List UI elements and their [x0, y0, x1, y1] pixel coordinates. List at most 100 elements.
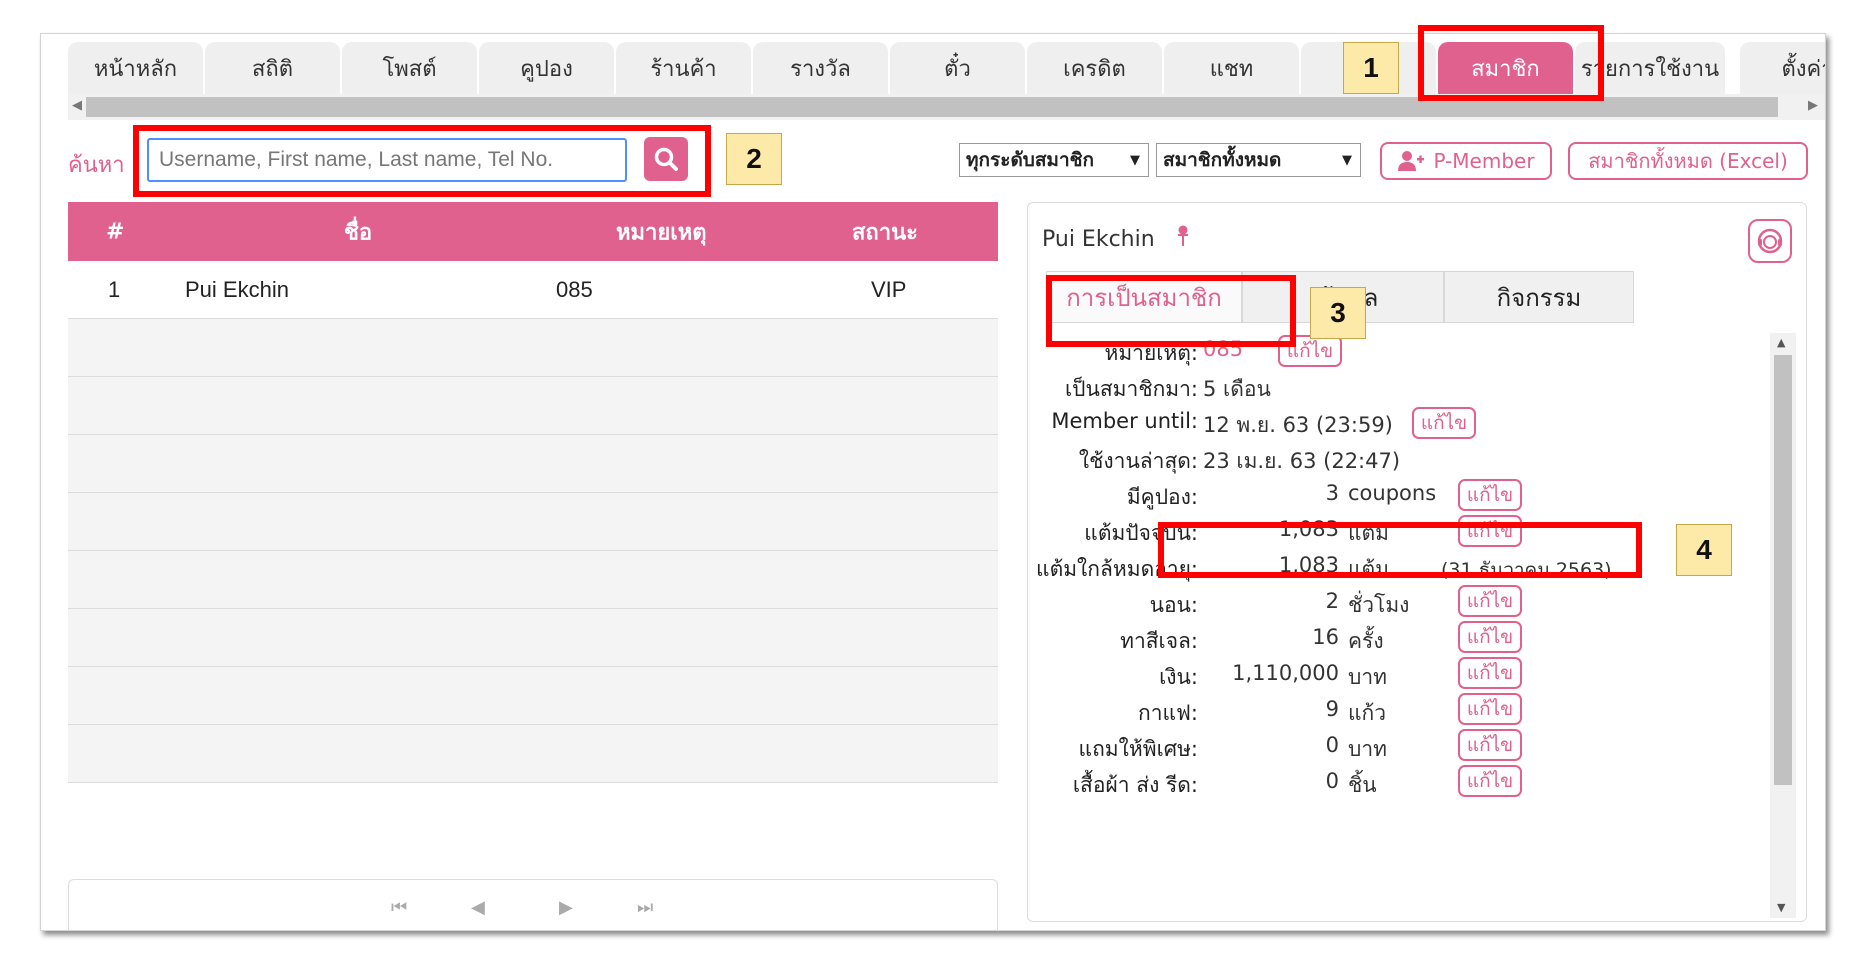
- tab-statistics[interactable]: สถิติ: [205, 42, 340, 94]
- table-pager: ⏮ ◀ ▶ ⏭: [68, 879, 998, 930]
- column-header-name[interactable]: ชื่อ: [344, 214, 372, 249]
- note-row: หมายเหตุ: 085 แก้ไข: [1028, 333, 1768, 369]
- counter-row-points: แต้มปัจจุบัน: 1,083 แต้ม แก้ไข: [1028, 513, 1768, 549]
- app-window: หน้าหลัก สถิติ โพสต์ คูปอง ร้านค้า รางวั…: [40, 33, 1826, 931]
- subtab-activity[interactable]: กิจกรรม: [1444, 271, 1634, 323]
- member-since-value: 5 เดือน: [1203, 377, 1271, 401]
- detail-subtabs: การเป็นสมาชิก ข้อมูล กิจกรรม: [1046, 271, 1748, 323]
- column-header-status[interactable]: สถานะ: [852, 214, 918, 249]
- edit-bonus-button[interactable]: แก้ไข: [1458, 729, 1522, 761]
- search-input[interactable]: [147, 138, 627, 182]
- note-value: 085: [1203, 337, 1244, 361]
- edit-money-button[interactable]: แก้ไข: [1458, 657, 1522, 689]
- support-chat-icon[interactable]: [1748, 219, 1792, 263]
- table-row-empty: [68, 435, 998, 493]
- counter-label: กาแฟ:: [1138, 701, 1198, 725]
- counter-value: 3: [1325, 481, 1339, 505]
- counter-value: 1,083: [1278, 517, 1339, 541]
- expiry-date: (31 ธันวาคม 2563): [1441, 559, 1612, 581]
- table-row-empty: [68, 667, 998, 725]
- edit-laundry-button[interactable]: แก้ไข: [1458, 765, 1522, 797]
- edit-sleep-button[interactable]: แก้ไข: [1458, 585, 1522, 617]
- member-scope-value: สมาชิกทั้งหมด: [1163, 149, 1282, 171]
- subtab-membership[interactable]: การเป็นสมาชิก: [1046, 271, 1242, 323]
- step-badge-1: 1: [1343, 42, 1399, 94]
- export-excel-label: สมาชิกทั้งหมด (Excel): [1588, 149, 1788, 173]
- counter-label: มีคูปอง:: [1126, 485, 1198, 509]
- scrollbar-thumb[interactable]: [86, 97, 1778, 117]
- edit-gel-polish-button[interactable]: แก้ไข: [1458, 621, 1522, 653]
- member-since-label: เป็นสมาชิกมา:: [1065, 377, 1198, 401]
- counter-unit: แต้ม: [1348, 557, 1390, 581]
- counter-unit: แต้ม: [1348, 521, 1390, 545]
- counter-label: นอน:: [1149, 593, 1198, 617]
- table-row-empty: [68, 493, 998, 551]
- tab-settings[interactable]: ตั้งค่า: [1740, 42, 1825, 94]
- tab-usage-log[interactable]: รายการใช้งาน: [1575, 42, 1725, 94]
- tab-credit[interactable]: เครดิต: [1027, 42, 1162, 94]
- tab-home[interactable]: หน้าหลัก: [68, 42, 203, 94]
- tab-members[interactable]: สมาชิก: [1438, 42, 1573, 94]
- p-member-label: P-Member: [1433, 149, 1535, 173]
- counter-unit: ครั้ง: [1348, 629, 1384, 653]
- counter-unit: coupons: [1348, 481, 1437, 505]
- member-scope-select[interactable]: สมาชิกทั้งหมด ▼: [1156, 143, 1361, 177]
- last-page-icon[interactable]: ⏭: [637, 897, 653, 918]
- edit-member-until-button[interactable]: แก้ไข: [1412, 407, 1476, 439]
- counter-row-gel-polish: ทาสีเจล: 16 ครั้ง แก้ไข: [1028, 621, 1768, 657]
- counter-unit: แก้ว: [1348, 701, 1387, 725]
- search-icon: [654, 147, 678, 171]
- detail-scrollbar[interactable]: ▲ ▼: [1770, 333, 1796, 918]
- counter-label: แถมให้พิเศษ:: [1078, 737, 1198, 761]
- scroll-down-icon[interactable]: ▼: [1777, 901, 1785, 914]
- scrollbar-thumb[interactable]: [1774, 355, 1792, 785]
- tab-posts[interactable]: โพสต์: [342, 42, 477, 94]
- p-member-button[interactable]: P-Member: [1380, 142, 1552, 180]
- pin-icon[interactable]: [1176, 225, 1190, 253]
- cell-name: Pui Ekchin: [185, 276, 289, 302]
- scroll-right-icon[interactable]: ▶: [1808, 98, 1818, 113]
- prev-page-icon[interactable]: ◀: [471, 897, 485, 918]
- first-page-icon[interactable]: ⏮: [391, 897, 407, 918]
- step-badge-2: 2: [726, 133, 782, 185]
- export-excel-button[interactable]: สมาชิกทั้งหมด (Excel): [1568, 142, 1808, 180]
- search-label: ค้นหา: [68, 153, 125, 178]
- search-button[interactable]: [644, 137, 688, 181]
- member-until-row: Member until: 12 พ.ย. 63 (23:59) แก้ไข: [1028, 405, 1768, 441]
- table-row[interactable]: 1 Pui Ekchin 085 VIP: [68, 261, 998, 319]
- counter-value: 9: [1325, 697, 1339, 721]
- tab-tickets[interactable]: ตั๋ว: [890, 42, 1025, 94]
- edit-coffee-button[interactable]: แก้ไข: [1458, 693, 1522, 725]
- tab-shop[interactable]: ร้านค้า: [616, 42, 751, 94]
- member-until-value: 12 พ.ย. 63 (23:59): [1203, 413, 1393, 437]
- counter-unit: บาท: [1348, 665, 1387, 689]
- caret-down-icon: ▼: [1342, 152, 1352, 168]
- member-level-value: ทุกระดับสมาชิก: [966, 149, 1095, 171]
- tab-rewards[interactable]: รางวัล: [753, 42, 888, 94]
- cell-status: VIP: [871, 276, 907, 302]
- next-page-icon[interactable]: ▶: [559, 897, 573, 918]
- tab-scrollbar[interactable]: ◀ ▶: [68, 94, 1825, 120]
- counter-unit: ชิ้น: [1348, 773, 1377, 797]
- counter-label: เสื้อผ้า ส่ง รีด:: [1072, 773, 1198, 797]
- step-badge-4: 4: [1676, 524, 1732, 576]
- table-row-empty: [68, 551, 998, 609]
- edit-coupons-button[interactable]: แก้ไข: [1458, 479, 1522, 511]
- edit-note-button[interactable]: แก้ไข: [1278, 335, 1342, 367]
- note-label: หมายเหตุ:: [1104, 341, 1198, 365]
- column-header-note[interactable]: หมายเหตุ: [616, 214, 707, 249]
- tab-chat[interactable]: แชท: [1164, 42, 1299, 94]
- table-row-empty: [68, 725, 998, 783]
- scroll-up-icon[interactable]: ▲: [1777, 336, 1785, 349]
- cell-index: 1: [108, 276, 121, 302]
- counter-label: ทาสีเจล:: [1120, 629, 1198, 653]
- tab-coupons[interactable]: คูปอง: [479, 42, 614, 94]
- counter-value: 1,110,000: [1232, 661, 1339, 685]
- last-used-label: ใช้งานล่าสุด:: [1078, 449, 1198, 473]
- main-tab-bar: หน้าหลัก สถิติ โพสต์ คูปอง ร้านค้า รางวั…: [68, 42, 1825, 94]
- member-level-select[interactable]: ทุกระดับสมาชิก ▼: [959, 143, 1149, 177]
- scroll-left-icon[interactable]: ◀: [72, 98, 82, 113]
- counter-row-bonus: แถมให้พิเศษ: 0 บาท แก้ไข: [1028, 729, 1768, 765]
- edit-points-button[interactable]: แก้ไข: [1458, 515, 1522, 547]
- caret-down-icon: ▼: [1130, 152, 1140, 168]
